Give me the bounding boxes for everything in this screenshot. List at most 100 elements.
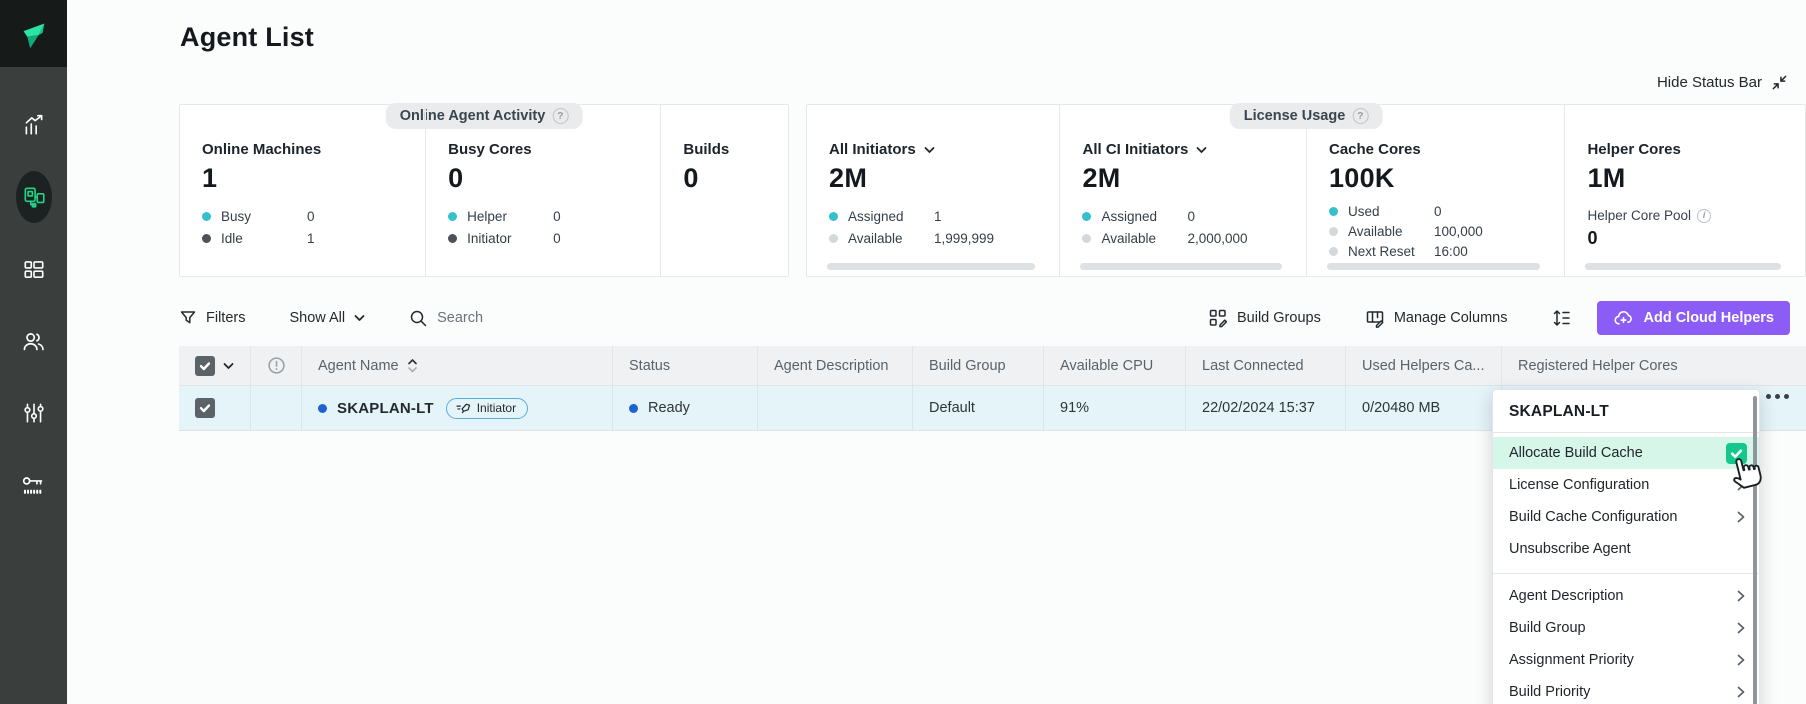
filters-button[interactable]: Filters bbox=[179, 309, 245, 327]
legend-used: Used0 bbox=[1329, 204, 1564, 219]
hide-status-bar-label: Hide Status Bar bbox=[1657, 74, 1762, 91]
add-cloud-helpers-button[interactable]: Add Cloud Helpers bbox=[1597, 301, 1790, 335]
select-menu-chevron-icon[interactable] bbox=[223, 362, 234, 370]
usage-progress-bar bbox=[827, 263, 1035, 270]
select-all-header-cell bbox=[179, 346, 251, 385]
usage-progress-bar bbox=[1327, 263, 1540, 270]
all-ci-initiators-dropdown[interactable]: All CI Initiators bbox=[1082, 141, 1306, 158]
menu-item-assignment-priority[interactable]: Assignment Priority bbox=[1493, 644, 1759, 676]
agent-online-dot bbox=[318, 404, 327, 413]
incredibuild-logo-icon bbox=[15, 15, 53, 53]
row-actions-menu-icon[interactable] bbox=[1766, 394, 1789, 399]
legend-assigned: Assigned1 bbox=[829, 209, 1059, 224]
search-placeholder: Search bbox=[437, 310, 483, 326]
sidebar bbox=[0, 0, 67, 704]
row-height-sort-icon bbox=[1551, 308, 1571, 328]
used-dot bbox=[1329, 207, 1338, 216]
menu-item-unsubscribe-agent[interactable]: Unsubscribe Agent bbox=[1493, 533, 1759, 565]
helper-core-pool-value: 0 bbox=[1587, 228, 1805, 249]
card-value: 1M bbox=[1587, 163, 1805, 194]
chevron-right-icon bbox=[1737, 622, 1745, 634]
column-header-build-group[interactable]: Build Group bbox=[913, 346, 1044, 385]
all-ci-initiators-card: All CI Initiators 2M Assigned0 Available… bbox=[1060, 105, 1307, 276]
helper-dot bbox=[448, 212, 457, 221]
assigned-dot bbox=[829, 212, 838, 221]
all-initiators-dropdown[interactable]: All Initiators bbox=[829, 141, 1059, 158]
nav-settings-sliders-icon[interactable] bbox=[16, 395, 52, 431]
nav-dashboard-icon[interactable] bbox=[16, 251, 52, 287]
column-header-used-helpers-cache[interactable]: Used Helpers Ca... bbox=[1346, 346, 1502, 385]
column-header-agent-description[interactable]: Agent Description bbox=[758, 346, 913, 385]
nav-agents-icon[interactable] bbox=[16, 179, 52, 215]
initiator-rocket-icon bbox=[456, 402, 471, 414]
chevron-down-icon bbox=[924, 146, 935, 154]
row-density-button[interactable] bbox=[1551, 308, 1571, 328]
info-icon[interactable] bbox=[1697, 209, 1711, 223]
column-header-agent-name[interactable]: Agent Name bbox=[302, 346, 613, 385]
legend-initiator: Initiator0 bbox=[448, 231, 660, 246]
show-all-dropdown[interactable]: Show All bbox=[289, 310, 365, 326]
menu-item-build-cache-configuration[interactable]: Build Cache Configuration bbox=[1493, 501, 1759, 533]
menu-divider bbox=[1493, 573, 1759, 574]
agent-name: SKAPLAN-LT bbox=[337, 400, 434, 417]
sort-icon[interactable] bbox=[408, 359, 417, 373]
select-all-checkbox[interactable] bbox=[195, 356, 215, 376]
hide-status-bar-button[interactable]: Hide Status Bar bbox=[1657, 74, 1788, 91]
column-header-last-connected[interactable]: Last Connected bbox=[1186, 346, 1346, 385]
next-reset-dot bbox=[1329, 247, 1338, 256]
initiator-badge: Initiator bbox=[446, 398, 528, 419]
nav-license-key-icon[interactable] bbox=[16, 467, 52, 503]
menu-item-agent-description[interactable]: Agent Description bbox=[1493, 580, 1759, 612]
row-status-cell: Ready bbox=[613, 386, 758, 430]
all-initiators-card: All Initiators 2M Assigned1 Available1,9… bbox=[807, 105, 1060, 276]
alert-column-header[interactable] bbox=[251, 346, 302, 385]
helper-core-pool-label: Helper Core Pool bbox=[1587, 208, 1805, 223]
agent-context-menu: SKAPLAN-LT Allocate Build Cache License … bbox=[1492, 389, 1760, 704]
row-alert-cell bbox=[251, 386, 302, 430]
column-header-available-cpu[interactable]: Available CPU bbox=[1044, 346, 1186, 385]
cache-cores-card: Cache Cores 100K Used0 Available100,000 … bbox=[1307, 105, 1565, 276]
build-groups-button[interactable]: Build Groups bbox=[1208, 308, 1321, 328]
available-dot bbox=[829, 234, 838, 243]
chevron-right-icon bbox=[1737, 511, 1745, 523]
table-toolbar: Filters Show All Search Build Groups Man… bbox=[179, 299, 1790, 337]
card-value: 1 bbox=[202, 163, 425, 194]
card-value: 2M bbox=[1082, 163, 1306, 194]
nav-users-icon[interactable] bbox=[16, 323, 52, 359]
status-ready-dot bbox=[629, 404, 638, 413]
agent-list-screen: Agent List Hide Status Bar Online Agent … bbox=[0, 0, 1806, 704]
row-checkbox[interactable] bbox=[195, 398, 215, 418]
assigned-dot bbox=[1082, 212, 1091, 221]
menu-item-build-group[interactable]: Build Group bbox=[1493, 612, 1759, 644]
column-header-registered-helper-cores[interactable]: Registered Helper Cores bbox=[1502, 346, 1806, 385]
column-header-status[interactable]: Status bbox=[613, 346, 758, 385]
manage-columns-button[interactable]: Manage Columns bbox=[1365, 308, 1508, 328]
row-available-cpu-cell: 91% bbox=[1044, 386, 1186, 430]
available-dot bbox=[1329, 227, 1338, 236]
row-select-cell bbox=[179, 386, 251, 430]
available-dot bbox=[1082, 234, 1091, 243]
status-text: Ready bbox=[648, 400, 690, 416]
legend-idle: Idle1 bbox=[202, 231, 425, 246]
chevron-right-icon bbox=[1737, 654, 1745, 666]
menu-scrollbar[interactable] bbox=[1753, 396, 1757, 704]
menu-item-allocate-build-cache[interactable]: Allocate Build Cache bbox=[1493, 437, 1759, 469]
row-agent-name-cell[interactable]: SKAPLAN-LT Initiator bbox=[302, 386, 613, 430]
license-usage-panel: License Usage All Initiators 2M Assigned… bbox=[806, 104, 1806, 277]
alert-circle-icon bbox=[267, 356, 286, 375]
collapse-icon bbox=[1771, 74, 1788, 91]
active-nav-highlight bbox=[16, 171, 52, 223]
menu-item-build-priority[interactable]: Build Priority bbox=[1493, 676, 1759, 704]
nav-analytics-icon[interactable] bbox=[16, 107, 52, 143]
usage-progress-bar bbox=[1080, 263, 1282, 270]
search-input[interactable]: Search bbox=[409, 309, 483, 328]
helper-cores-card: Helper Cores 1M Helper Core Pool 0 bbox=[1565, 105, 1805, 276]
incredibuild-logo[interactable] bbox=[0, 0, 67, 67]
online-machines-card: Online Machines 1 Busy0 Idle1 bbox=[180, 105, 426, 276]
row-last-connected-cell: 22/02/2024 15:37 bbox=[1186, 386, 1346, 430]
menu-item-license-configuration[interactable]: License Configuration bbox=[1493, 469, 1759, 501]
search-icon bbox=[409, 309, 428, 328]
build-groups-icon bbox=[1208, 308, 1228, 328]
card-label: Helper Cores bbox=[1587, 141, 1805, 158]
idle-dot bbox=[202, 234, 211, 243]
